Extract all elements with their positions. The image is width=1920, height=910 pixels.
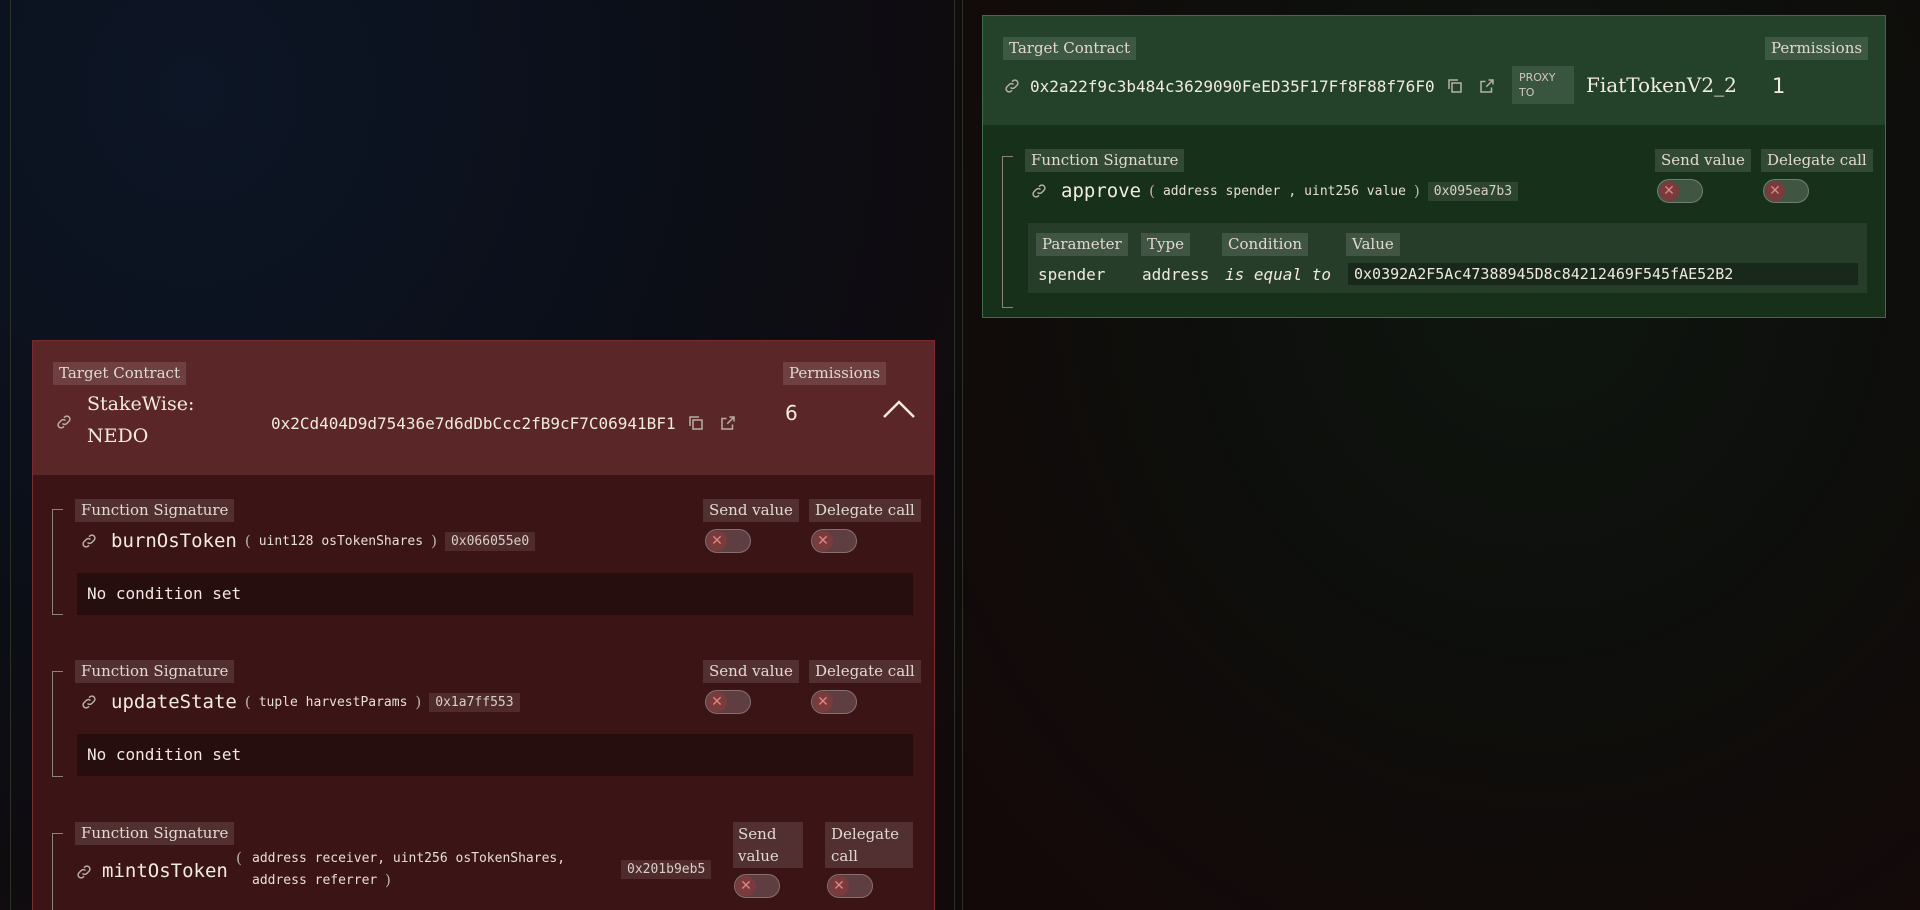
target-contract-header: Target Contract 0x2a22f9c3b484c3629090Fe… [983, 16, 1885, 125]
cell-condition: is equal to [1225, 265, 1331, 284]
contract-address: 0x2Cd404D9d75436e7d6dDbCcc2fB9cF7C06941B… [271, 414, 676, 433]
close-icon: ✕ [813, 692, 833, 712]
contract-address: 0x2a22f9c3b484c3629090FeED35F17Ff8F88f76… [1030, 77, 1435, 96]
left-divider [10, 0, 11, 910]
send-value-label: Send value [1655, 149, 1751, 172]
permissions-count: 6 [785, 401, 798, 425]
center-divider-a [954, 0, 955, 910]
proxy-to-badge: PROXY TO [1512, 66, 1574, 104]
target-contract-header: Target Contract StakeWise: NEDO 0x2Cd404… [33, 341, 934, 475]
function-selector: 0x1a7ff553 [429, 692, 520, 712]
function-signature-label: Function Signature [75, 822, 235, 845]
function-param: uint128 osTokenShares [258, 533, 424, 549]
function-signature-row: approve ( address spender , uint256 valu… [1061, 180, 1519, 202]
function-selector: 0x066055e0 [444, 531, 536, 551]
function-param: tuple harvestParams [258, 694, 408, 710]
delegate-call-toggle[interactable]: ✕ [1763, 179, 1809, 203]
external-link-icon[interactable] [719, 414, 737, 432]
link-icon[interactable] [80, 693, 98, 711]
no-condition-box: No condition set [77, 573, 913, 615]
target-contract-label: Target Contract [53, 362, 186, 385]
function-signature-label: Function Signature [1025, 149, 1185, 172]
function-bracket [52, 833, 63, 910]
delegate-call-toggle[interactable]: ✕ [811, 690, 857, 714]
target-contract-card-stakewise: Target Contract StakeWise: NEDO 0x2Cd404… [32, 340, 935, 910]
proxy-implementation-name: FiatTokenV2_2 [1586, 73, 1737, 97]
function-param: uint256 value [1304, 183, 1406, 199]
function-param-line2: address referrer [252, 873, 378, 888]
send-value-label: Send value [703, 499, 799, 522]
copy-icon[interactable] [687, 414, 705, 432]
function-param: address spender [1162, 183, 1281, 199]
function-signature-label: Function Signature [75, 499, 235, 522]
column-header-value: Value [1346, 233, 1400, 256]
delegate-call-label: Delegate call [1761, 149, 1873, 172]
chevron-up-icon[interactable] [881, 397, 917, 421]
link-icon[interactable] [80, 532, 98, 550]
column-header-type: Type [1141, 233, 1190, 256]
function-bracket [52, 671, 63, 777]
function-signature-row: burnOsToken ( uint128 osTokenShares ) 0x… [111, 530, 536, 552]
function-name: burnOsToken [111, 530, 237, 552]
link-icon[interactable] [1003, 77, 1021, 95]
send-value-label: Send value [703, 660, 799, 683]
permissions-label: Permissions [783, 362, 887, 385]
function-name: approve [1061, 180, 1142, 202]
condition-table: Parameter Type Condition Value spender a… [1028, 223, 1867, 293]
close-icon: ✕ [1659, 181, 1679, 201]
function-selector: 0x201b9eb5 [621, 860, 712, 879]
send-value-toggle[interactable]: ✕ [1657, 179, 1703, 203]
target-contract-card-fiattoken: Target Contract 0x2a22f9c3b484c3629090Fe… [982, 15, 1886, 318]
delegate-call-label: Delegate call [809, 660, 921, 683]
function-signature-row: updateState ( tuple harvestParams ) 0x1a… [111, 691, 520, 713]
center-divider-b [962, 0, 963, 910]
cell-type: address [1142, 265, 1210, 284]
link-icon[interactable] [75, 863, 93, 881]
permissions-label: Permissions [1765, 37, 1869, 60]
close-icon: ✕ [736, 876, 756, 896]
column-header-parameter: Parameter [1036, 233, 1128, 256]
send-value-toggle[interactable]: ✕ [705, 529, 751, 553]
link-icon[interactable] [1030, 182, 1048, 200]
link-icon[interactable] [55, 413, 73, 431]
copy-icon[interactable] [1446, 77, 1464, 95]
function-signature-label: Function Signature [75, 660, 235, 683]
delegate-call-toggle[interactable]: ✕ [827, 874, 873, 898]
close-icon: ✕ [813, 531, 833, 551]
cell-parameter: spender [1038, 265, 1106, 284]
permissions-count: 1 [1772, 74, 1786, 98]
function-bracket [1002, 156, 1013, 308]
contract-name-line2: NEDO [87, 425, 149, 447]
no-condition-box: No condition set [77, 734, 913, 776]
function-name: updateState [111, 691, 237, 713]
external-link-icon[interactable] [1478, 77, 1496, 95]
function-param-line1: address receiver, uint256 osTokenShares, [252, 851, 566, 866]
close-icon: ✕ [707, 531, 727, 551]
contract-name-line1: StakeWise: [87, 393, 195, 415]
function-name: mintOsToken [102, 860, 228, 882]
delegate-call-label: Delegate call [809, 499, 921, 522]
delegate-call-label: Delegate call [825, 822, 913, 868]
send-value-toggle[interactable]: ✕ [705, 690, 751, 714]
column-header-condition: Condition [1222, 233, 1309, 256]
function-bracket [52, 509, 63, 615]
cell-value: 0x0392A2F5Ac47388945D8c84212469F545fAE52… [1348, 263, 1858, 285]
target-contract-label: Target Contract [1003, 37, 1136, 60]
send-value-toggle[interactable]: ✕ [734, 874, 780, 898]
close-icon: ✕ [829, 876, 849, 896]
send-value-label: Send value [733, 822, 803, 868]
delegate-call-toggle[interactable]: ✕ [811, 529, 857, 553]
function-selector: 0x095ea7b3 [1427, 181, 1519, 201]
close-icon: ✕ [707, 692, 727, 712]
close-icon: ✕ [1765, 181, 1785, 201]
